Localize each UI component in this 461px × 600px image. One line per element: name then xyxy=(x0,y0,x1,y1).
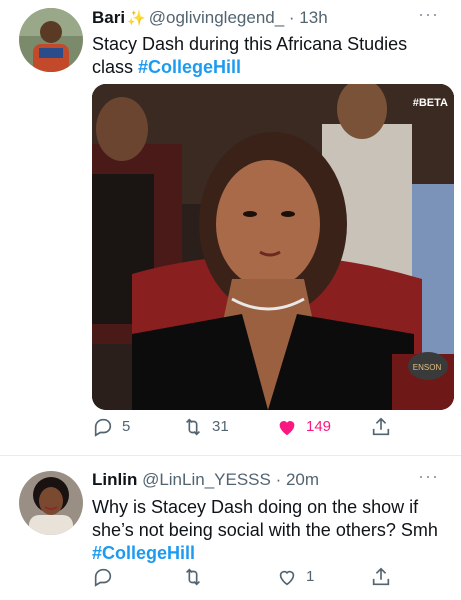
author-name[interactable]: Linlin xyxy=(92,470,137,489)
reply-button[interactable] xyxy=(92,566,122,588)
timestamp[interactable]: · 13h xyxy=(289,8,328,27)
retweet-icon xyxy=(185,568,201,586)
tweet-header: Linlin @LinLin_YESSS · 20m xyxy=(92,469,319,491)
retweet-icon xyxy=(185,418,201,436)
author-name[interactable]: Bari xyxy=(92,8,125,27)
reply-icon xyxy=(94,568,112,587)
share-icon xyxy=(372,417,390,436)
like-count: 149 xyxy=(306,418,332,435)
tweet-text: Stacy Dash during this Africana Studies … xyxy=(92,33,422,79)
tweet-1: Bari ✨ @oglivinglegend_ · 13h ··· Stacy Da… xyxy=(0,0,461,456)
like-count: 1 xyxy=(306,568,315,585)
svg-text:ENSON: ENSON xyxy=(413,363,442,372)
share-icon xyxy=(372,567,390,586)
share-button[interactable] xyxy=(370,416,392,438)
tweet-header: Bari ✨ @oglivinglegend_ · 13h xyxy=(92,7,328,30)
tweet-text: Why is Stacey Dash doing on the show if … xyxy=(92,496,442,565)
reply-icon xyxy=(94,418,112,437)
reply-button[interactable]: 5 xyxy=(92,416,130,438)
retweet-button[interactable]: 31 xyxy=(182,416,229,438)
tweet-actions: 5 31 149 xyxy=(92,416,392,444)
tweet-actions: 1 xyxy=(92,566,392,594)
more-options-icon[interactable]: ··· xyxy=(418,4,439,25)
reply-count: 5 xyxy=(122,418,131,435)
hashtag-link[interactable]: #CollegeHill xyxy=(92,543,195,563)
media-watermark: #BETA xyxy=(413,97,448,109)
share-button[interactable] xyxy=(370,566,392,588)
heart-filled-icon xyxy=(279,421,295,436)
like-button[interactable]: 1 xyxy=(276,566,314,588)
tweet-2: Linlin @LinLin_YESSS · 20m ··· Why is St… xyxy=(0,456,461,600)
author-handle[interactable]: @oglivinglegend_ xyxy=(149,8,284,27)
retweet-count: 31 xyxy=(212,418,229,435)
avatar[interactable] xyxy=(19,471,83,535)
timestamp[interactable]: · 20m xyxy=(276,470,319,489)
like-button[interactable]: 149 xyxy=(276,416,331,438)
retweet-button[interactable] xyxy=(182,566,212,588)
heart-outline-icon xyxy=(279,570,295,586)
tweet-text-content: Why is Stacey Dash doing on the show if … xyxy=(92,497,438,540)
tweet-media-image[interactable]: ENSON #BETA xyxy=(92,84,454,410)
hashtag-link[interactable]: #CollegeHill xyxy=(138,57,241,77)
more-options-icon[interactable]: ··· xyxy=(418,466,439,487)
avatar[interactable] xyxy=(19,8,83,72)
author-handle[interactable]: @LinLin_YESSS xyxy=(142,470,271,489)
sparkles-icon: ✨ xyxy=(127,10,146,27)
